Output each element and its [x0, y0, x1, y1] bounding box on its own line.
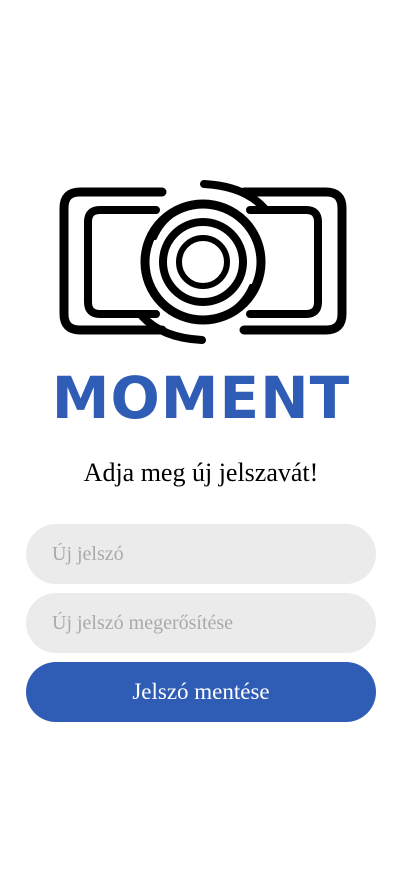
- save-password-button[interactable]: Jelszó mentése: [26, 662, 376, 722]
- confirm-password-field[interactable]: [26, 593, 376, 653]
- camera-lens-icon: [58, 180, 348, 346]
- brand-title: MOMENT: [51, 364, 351, 432]
- new-password-field[interactable]: [26, 524, 376, 584]
- page-title: Adja meg új jelszavát!: [83, 458, 319, 487]
